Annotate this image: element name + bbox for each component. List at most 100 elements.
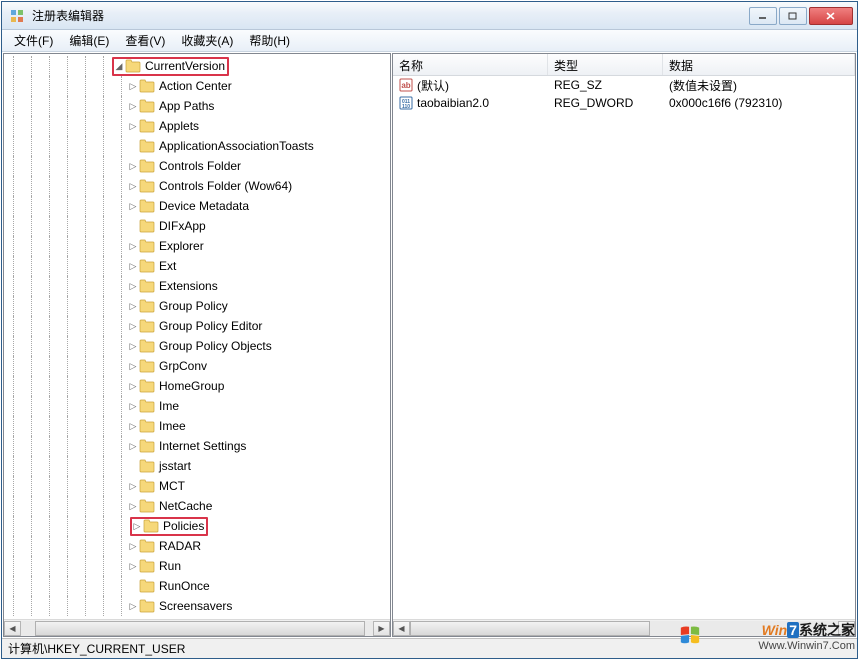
tree-node-label: Action Center [159, 79, 232, 93]
tree-node[interactable]: ▷Ime [4, 396, 390, 416]
tree-hscrollbar[interactable]: ◀ ▶ [4, 619, 390, 636]
value-name: (默认) [417, 77, 449, 94]
value-type: REG_SZ [548, 78, 663, 92]
tree-node[interactable]: ▷RADAR [4, 536, 390, 556]
scroll-right-button[interactable]: ▶ [373, 621, 390, 636]
tree-node[interactable]: ▷Group Policy [4, 296, 390, 316]
column-name[interactable]: 名称 [393, 54, 548, 75]
svg-text:110: 110 [402, 104, 410, 110]
tree-node[interactable]: ▷Ext [4, 256, 390, 276]
main-window: 注册表编辑器 文件(F) 编辑(E) 查看(V) 收藏夹(A) 帮助(H) ◢ C… [1, 1, 858, 659]
expand-icon[interactable]: ▷ [131, 520, 143, 532]
value-name: taobaibian2.0 [417, 96, 489, 110]
tree-node-label: HomeGroup [159, 379, 224, 393]
tree-node[interactable]: ▷Controls Folder (Wow64) [4, 176, 390, 196]
tree-node-label: App Paths [159, 99, 214, 113]
value-type: REG_DWORD [548, 96, 663, 110]
tree-node[interactable]: ▷Applets [4, 116, 390, 136]
tree-node[interactable]: ▷NetCache [4, 496, 390, 516]
tree-node-label: Group Policy Objects [159, 339, 272, 353]
tree-node[interactable]: ▷Imee [4, 416, 390, 436]
menu-view[interactable]: 查看(V) [117, 30, 173, 51]
tree-node[interactable]: ▷Internet Settings [4, 436, 390, 456]
status-bar: 计算机\HKEY_CURRENT_USER [2, 638, 857, 658]
tree-node-label: Explorer [159, 239, 204, 253]
tree-node-label: Group Policy Editor [159, 319, 262, 333]
list-hscrollbar[interactable]: ◀ ▶ [393, 619, 855, 636]
tree-node[interactable]: ▷Screensavers [4, 596, 390, 616]
menu-help[interactable]: 帮助(H) [241, 30, 298, 51]
tree-node-label: RunOnce [159, 579, 210, 593]
tree-node-label: Ext [159, 259, 176, 273]
tree-node-label: ApplicationAssociationToasts [159, 139, 314, 153]
tree-node-label: jsstart [159, 459, 191, 473]
watermark-logo-icon [679, 624, 701, 646]
window-title: 注册表编辑器 [32, 7, 747, 24]
svg-text:ab: ab [401, 81, 410, 90]
tree-node-label: Internet Settings [159, 439, 246, 453]
collapse-icon[interactable]: ◢ [113, 60, 125, 72]
column-type[interactable]: 类型 [548, 54, 663, 75]
status-path: 计算机\HKEY_CURRENT_USER [8, 640, 185, 657]
tree-node[interactable]: ▷DIFxApp [4, 216, 390, 236]
tree-node[interactable]: ▷Group Policy Editor [4, 316, 390, 336]
tree-node-label: Run [159, 559, 181, 573]
tree-node[interactable]: ▷GrpConv [4, 356, 390, 376]
tree-node-label: Device Metadata [159, 199, 249, 213]
tree-node-label: Group Policy [159, 299, 228, 313]
tree-node-label: Screensavers [159, 599, 232, 613]
values-list[interactable]: ab(默认)REG_SZ(数值未设置)011110taobaibian2.0RE… [393, 76, 855, 619]
tree-node[interactable]: ▷ Policies [4, 516, 390, 536]
tree-node-label: Policies [163, 519, 204, 533]
column-data[interactable]: 数据 [663, 54, 855, 75]
tree-node-label: CurrentVersion [145, 59, 225, 73]
tree-view[interactable]: ◢CurrentVersion▷Action Center▷App Paths▷… [4, 54, 390, 619]
tree-node-label: Controls Folder (Wow64) [159, 179, 292, 193]
menu-favorites[interactable]: 收藏夹(A) [173, 30, 241, 51]
tree-node-label: NetCache [159, 499, 212, 513]
tree-node-label: Controls Folder [159, 159, 241, 173]
tree-node[interactable]: ▷RunOnce [4, 576, 390, 596]
tree-node-label: RADAR [159, 539, 201, 553]
value-data: 0x000c16f6 (792310) [663, 96, 855, 110]
value-row[interactable]: 011110taobaibian2.0REG_DWORD0x000c16f6 (… [393, 94, 855, 112]
tree-node-label: Applets [159, 119, 199, 133]
tree-node-label: GrpConv [159, 359, 207, 373]
tree-node[interactable]: ▷Group Policy Objects [4, 336, 390, 356]
tree-node-label: Imee [159, 419, 186, 433]
tree-node-label: DIFxApp [159, 219, 206, 233]
tree-panel: ◢CurrentVersion▷Action Center▷App Paths▷… [3, 53, 391, 637]
window-controls [747, 7, 853, 25]
title-bar[interactable]: 注册表编辑器 [2, 2, 857, 30]
tree-node[interactable]: ▷ApplicationAssociationToasts [4, 136, 390, 156]
value-data: (数值未设置) [663, 77, 855, 94]
value-row[interactable]: ab (默认) REG_SZ(数值未设置) [393, 76, 855, 94]
app-icon [10, 8, 26, 24]
tree-node[interactable]: ▷HomeGroup [4, 376, 390, 396]
list-header: 名称 类型 数据 [393, 54, 855, 76]
tree-node[interactable]: ▷Controls Folder [4, 156, 390, 176]
tree-node[interactable]: ▷Device Metadata [4, 196, 390, 216]
tree-node-label: Extensions [159, 279, 218, 293]
minimize-button[interactable] [749, 7, 777, 25]
scroll-left-button[interactable]: ◀ [393, 621, 410, 636]
menu-bar: 文件(F) 编辑(E) 查看(V) 收藏夹(A) 帮助(H) [2, 30, 857, 52]
close-button[interactable] [809, 7, 853, 25]
tree-node[interactable]: ▷App Paths [4, 96, 390, 116]
tree-node[interactable]: ▷jsstart [4, 456, 390, 476]
tree-node[interactable]: ▷Action Center [4, 76, 390, 96]
content-area: ◢CurrentVersion▷Action Center▷App Paths▷… [2, 52, 857, 638]
maximize-button[interactable] [779, 7, 807, 25]
tree-node[interactable]: ▷Extensions [4, 276, 390, 296]
menu-edit[interactable]: 编辑(E) [61, 30, 117, 51]
tree-node[interactable]: ▷Explorer [4, 236, 390, 256]
tree-node-root[interactable]: ◢ CurrentVersion [4, 56, 390, 76]
tree-node-label: MCT [159, 479, 185, 493]
tree-node[interactable]: ▷MCT [4, 476, 390, 496]
tree-node[interactable]: ▷Run [4, 556, 390, 576]
tree-node-label: Ime [159, 399, 179, 413]
values-panel: 名称 类型 数据 ab(默认)REG_SZ(数值未设置)011110taobai… [392, 53, 856, 637]
scroll-right-button[interactable]: ▶ [838, 621, 855, 636]
menu-file[interactable]: 文件(F) [6, 30, 61, 51]
scroll-left-button[interactable]: ◀ [4, 621, 21, 636]
